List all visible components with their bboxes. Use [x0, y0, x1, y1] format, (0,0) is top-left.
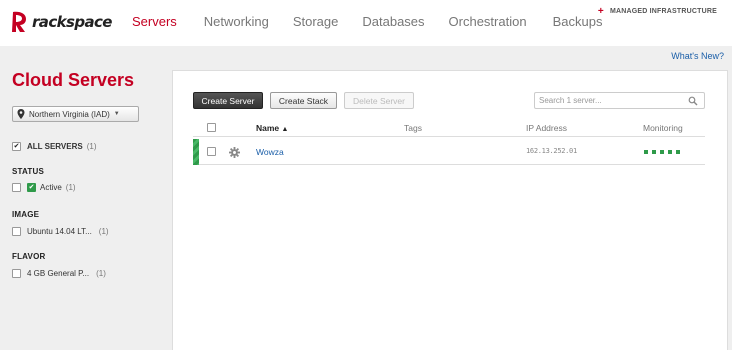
- page-title: Cloud Servers: [12, 70, 135, 90]
- nav-databases[interactable]: Databases: [362, 14, 424, 29]
- search-icon[interactable]: [688, 96, 698, 106]
- monitoring-dot: [668, 150, 672, 154]
- monitoring-dot: [644, 150, 648, 154]
- nav-networking[interactable]: Networking: [204, 14, 269, 29]
- monitoring-dot: [652, 150, 656, 154]
- flavor-checkbox[interactable]: [12, 269, 21, 278]
- active-label: Active: [40, 183, 62, 192]
- flavor-label: 4 GB General P...: [27, 269, 90, 278]
- gear-icon[interactable]: [229, 147, 240, 158]
- servers-panel: Create Server Create Stack Delete Server…: [172, 70, 728, 350]
- nav-storage[interactable]: Storage: [293, 14, 339, 29]
- status-heading: STATUS: [12, 167, 45, 176]
- managed-infrastructure-label: MANAGED INFRASTRUCTURE: [609, 8, 717, 15]
- row-checkbox[interactable]: [207, 147, 216, 156]
- name-column-header[interactable]: Name ▲: [256, 123, 288, 133]
- rackspace-logo[interactable]: rackspace: [10, 10, 112, 34]
- ip-column-header[interactable]: IP Address: [526, 123, 567, 133]
- filter-image[interactable]: Ubuntu 14.04 LT... (1): [12, 227, 109, 236]
- all-servers-count: (1): [86, 142, 97, 151]
- image-checkbox[interactable]: [12, 227, 21, 236]
- filter-flavor[interactable]: 4 GB General P... (1): [12, 269, 106, 278]
- status-active-indicator: [193, 139, 199, 165]
- tags-column-header: Tags: [404, 123, 422, 133]
- managed-infrastructure-link[interactable]: + MANAGED INFRASTRUCTURE: [598, 6, 717, 17]
- nav-orchestration[interactable]: Orchestration: [449, 14, 527, 29]
- flavor-heading: FLAVOR: [12, 252, 46, 261]
- filter-all-servers[interactable]: ✔ ALL SERVERS (1): [12, 142, 97, 151]
- rackspace-logo-icon: [12, 11, 26, 32]
- region-label: Northern Virginia (IAD): [29, 109, 110, 119]
- server-name-link[interactable]: Wowza: [256, 147, 284, 157]
- image-heading: IMAGE: [12, 210, 40, 219]
- active-count: (1): [65, 183, 76, 192]
- plus-icon: +: [597, 6, 604, 17]
- brand-name: rackspace: [32, 13, 112, 31]
- delete-server-button: Delete Server: [344, 92, 414, 109]
- name-header-label: Name: [256, 123, 280, 133]
- all-servers-label: ALL SERVERS: [27, 142, 83, 151]
- table-header: Name ▲ Tags IP Address Monitoring: [193, 123, 705, 137]
- create-stack-button[interactable]: Create Stack: [270, 92, 337, 109]
- search-placeholder: Search 1 server...: [539, 96, 602, 105]
- select-all-checkbox[interactable]: [207, 123, 216, 132]
- image-count: (1): [98, 227, 109, 236]
- image-label: Ubuntu 14.04 LT...: [27, 227, 92, 236]
- status-group-checkbox[interactable]: [12, 183, 21, 192]
- caret-down-icon: ▼: [113, 111, 120, 117]
- whats-new-link[interactable]: What's New?: [671, 51, 724, 61]
- region-dropdown[interactable]: Northern Virginia (IAD) ▼: [12, 106, 139, 122]
- all-servers-checkbox[interactable]: ✔: [12, 142, 21, 151]
- nav-backups[interactable]: Backups: [553, 14, 603, 29]
- sort-ascending-icon: ▲: [281, 126, 289, 133]
- monitoring-dot: [676, 150, 680, 154]
- top-navigation-bar: rackspace Servers Networking Storage Dat…: [0, 0, 732, 46]
- monitoring-status[interactable]: [644, 150, 684, 154]
- main-nav: Servers Networking Storage Databases Orc…: [122, 14, 612, 29]
- table-row[interactable]: Wowza 162.13.252.01: [193, 139, 705, 165]
- location-pin-icon: [17, 109, 25, 119]
- create-server-button[interactable]: Create Server: [193, 92, 263, 109]
- flavor-count: (1): [96, 269, 106, 278]
- search-input[interactable]: Search 1 server...: [534, 92, 705, 109]
- monitoring-dot: [660, 150, 664, 154]
- monitoring-column-header[interactable]: Monitoring: [643, 123, 683, 133]
- active-checkbox[interactable]: ✔: [27, 183, 36, 192]
- ip-address: 162.13.252.01: [526, 147, 577, 155]
- filter-status-active[interactable]: ✔ Active (1): [12, 183, 76, 192]
- nav-servers[interactable]: Servers: [132, 14, 177, 29]
